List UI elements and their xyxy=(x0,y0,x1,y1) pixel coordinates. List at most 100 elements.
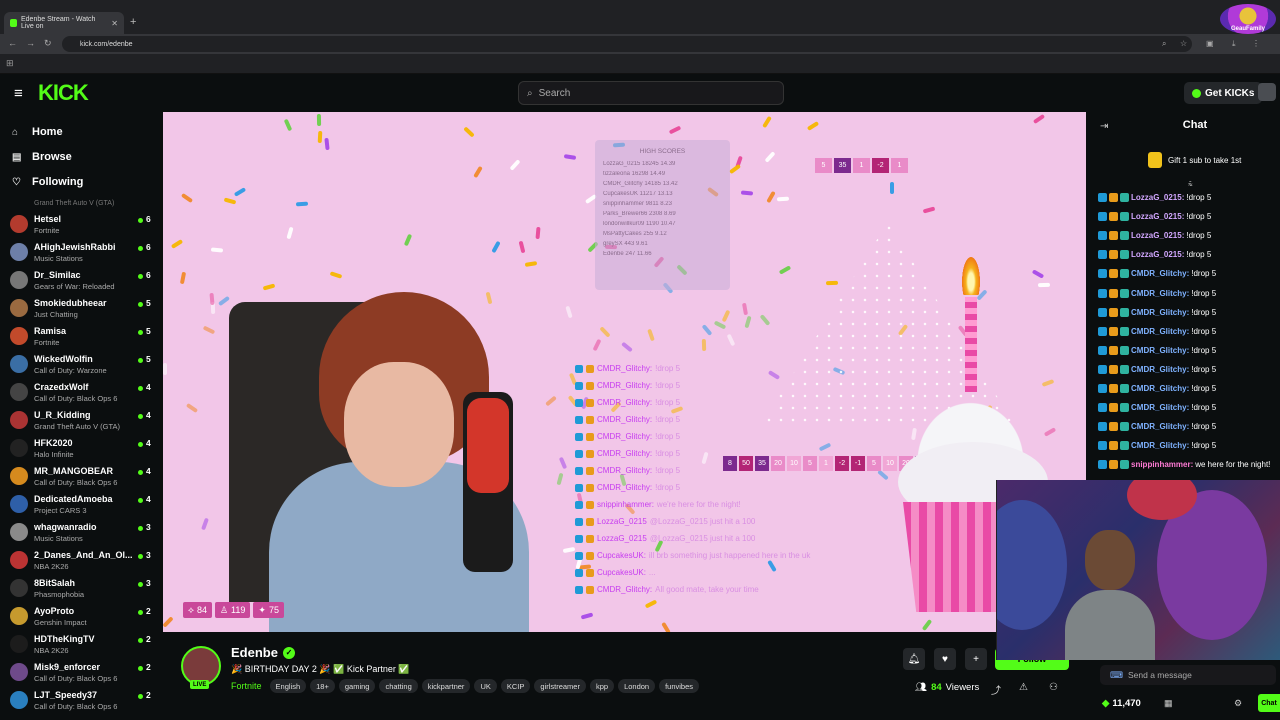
chat-username[interactable]: CMDR_Glitchy: xyxy=(1131,441,1189,450)
sidebar-channel-item[interactable]: AHighJewishRabbi Music Stations 6 xyxy=(10,240,155,266)
stream-tag[interactable]: 18+ xyxy=(310,679,335,693)
stream-tag[interactable]: gaming xyxy=(338,679,376,693)
stream-tag[interactable]: funvibes xyxy=(659,679,700,693)
confetti-piece xyxy=(283,118,293,131)
reload-icon[interactable]: ↻ xyxy=(44,38,52,49)
close-tab-icon[interactable]: ✕ xyxy=(111,19,118,28)
bookmark-star-icon[interactable]: ☆ xyxy=(1180,39,1187,48)
chat-username[interactable]: CMDR_Glitchy: xyxy=(1131,327,1189,336)
stream-tag[interactable]: UK xyxy=(474,679,497,693)
sidebar-channel-item[interactable]: HDTheKingTV NBA 2K26 2 xyxy=(10,632,155,658)
sidebar-channel-item[interactable]: AyoProto Genshin Impact 2 xyxy=(10,604,155,630)
sidebar-channel-item[interactable]: Dr_Similac Gears of War: Reloaded 6 xyxy=(10,268,155,294)
stream-tag[interactable]: kickpartner xyxy=(421,679,471,693)
settings-gear-icon[interactable]: ⚙ xyxy=(1234,698,1242,709)
stream-tag[interactable]: girlstreamer xyxy=(534,679,586,693)
chat-username[interactable]: CMDR_Glitchy: xyxy=(1131,384,1189,393)
sidebar-channel-item[interactable]: MR_MANGOBEAR Call of Duty: Black Ops 6 4 xyxy=(10,464,155,490)
overlay-chat-message: !drop 5 xyxy=(655,398,681,407)
stream-tag[interactable]: KCIP xyxy=(500,679,531,693)
download-icon[interactable]: ⤓ xyxy=(1232,39,1236,49)
sidebar-item-browse[interactable]: ▤ Browse xyxy=(12,151,72,163)
favorite-button[interactable]: ♥ xyxy=(934,648,956,670)
emote-icon[interactable]: ⌨ xyxy=(1110,670,1123,681)
chat-username[interactable]: LozzaG_0215: xyxy=(1131,193,1184,202)
badge-icon xyxy=(575,585,583,594)
candle-flame xyxy=(962,257,980,295)
profile-avatar[interactable]: GeauFamily xyxy=(1220,4,1276,34)
extensions-icon[interactable]: ▣ xyxy=(1206,39,1214,48)
get-kicks-button[interactable]: Get KICKs xyxy=(1184,82,1263,104)
chat-send-button[interactable]: Chat xyxy=(1258,694,1280,712)
viewer-count: 2 xyxy=(146,662,151,672)
tab-title: Edenbe Stream - Watch Live on xyxy=(20,16,96,30)
stream-tag[interactable]: English xyxy=(269,679,307,693)
sidebar-channel-item[interactable]: Ramisa Fortnite 5 xyxy=(10,324,155,350)
report-icon[interactable]: ⚠ xyxy=(1019,682,1028,693)
video-player[interactable]: HIGH SCORES LozzaG_0215 18245 14.39 tizza… xyxy=(163,112,1086,632)
url-input[interactable]: kick.com/edenbe xyxy=(62,36,1192,52)
user-avatar[interactable] xyxy=(1258,83,1276,101)
sidebar-item-label: Following xyxy=(32,176,84,188)
chat-text: !drop 5 xyxy=(1186,212,1212,222)
game-link[interactable]: Fortnite xyxy=(231,681,262,691)
sidebar-channel-item[interactable]: Hetsel Fortnite 6 xyxy=(10,212,155,238)
chat-message-input[interactable]: ⌨ Send a message xyxy=(1100,665,1276,685)
sidebar: ⌂ Home ▤ Browse ♡ Following Grand Theft … xyxy=(0,112,162,720)
zoom-icon[interactable]: ⌕ xyxy=(1162,39,1166,49)
notification-bell-button[interactable]: 🔔︎ xyxy=(903,648,925,670)
chat-username[interactable]: CMDR_Glitchy: xyxy=(1131,308,1189,317)
chat-username[interactable]: CMDR_Glitchy: xyxy=(1131,346,1189,355)
turtle-art xyxy=(997,500,1067,630)
chat-username[interactable]: CMDR_Glitchy: xyxy=(1131,422,1189,431)
chat-username[interactable]: snippinhammer: xyxy=(1131,460,1193,469)
sidebar-channel-item[interactable]: Smokiedubheear Just Chatting 5 xyxy=(10,296,155,322)
kick-logo[interactable]: KICK xyxy=(38,80,89,106)
pin-icon[interactable]: ⩯ xyxy=(1188,180,1193,190)
new-tab-button[interactable]: + xyxy=(130,16,136,28)
chat-username[interactable]: CMDR_Glitchy: xyxy=(1131,403,1189,412)
browser-tab[interactable]: Edenbe Stream - Watch Live on ✕ xyxy=(4,12,124,34)
stream-tag[interactable]: kpp xyxy=(589,679,615,693)
sidebar-channel-item[interactable]: 2_Danes_And_An_Ol... NBA 2K26 3 xyxy=(10,548,155,574)
sidebar-channel-item[interactable]: DedicatedAmoeba Project CARS 3 4 xyxy=(10,492,155,518)
badge-icon xyxy=(575,568,583,577)
chat-username[interactable]: LozzaG_0215: xyxy=(1131,231,1184,240)
chat-username[interactable]: CMDR_Glitchy: xyxy=(1131,289,1189,298)
channel-avatar xyxy=(10,635,28,653)
badge-icon xyxy=(575,449,583,458)
search-input[interactable]: ⌕ Search xyxy=(518,81,784,105)
kicks-balance[interactable]: ◆ 11,470 xyxy=(1102,698,1141,709)
sidebar-channel-item[interactable]: CrazedxWolf Call of Duty: Black Ops 6 4 xyxy=(10,380,155,406)
chat-username[interactable]: CMDR_Glitchy: xyxy=(1131,269,1189,278)
chat-username[interactable]: LozzaG_0215: xyxy=(1131,250,1184,259)
share-icon[interactable]: ⤴ xyxy=(991,682,1001,697)
high-score-row: CupcakesUK 11217 13.13 xyxy=(603,191,673,197)
channel-name[interactable]: Edenbe xyxy=(231,645,278,660)
sidebar-item-following[interactable]: ♡ Following xyxy=(12,176,83,188)
chat-username[interactable]: LozzaG_0215: xyxy=(1131,212,1184,221)
channel-name: HFK2020 xyxy=(34,438,73,448)
sidebar-channel-item[interactable]: HFK2020 Halo Infinite 4 xyxy=(10,436,155,462)
sidebar-channel-item[interactable]: U_R_Kidding Grand Theft Auto V (GTA) 4 xyxy=(10,408,155,434)
stream-tag[interactable]: chatting xyxy=(379,679,418,693)
menu-icon[interactable]: ⋮ xyxy=(1252,39,1260,48)
sidebar-channel-item[interactable]: WickedWolfin Call of Duty: Warzone 5 xyxy=(10,352,155,378)
sidebar-channel-item[interactable]: whagwanradio Music Stations 3 xyxy=(10,520,155,546)
confetti-piece xyxy=(701,339,707,352)
back-icon[interactable]: ← xyxy=(8,38,17,48)
store-icon[interactable]: ▦ xyxy=(1164,698,1173,709)
gift-sub-banner[interactable]: Gift 1 sub to take 1st xyxy=(1148,152,1241,168)
stream-tag[interactable]: London xyxy=(618,679,656,693)
chat-username[interactable]: CMDR_Glitchy: xyxy=(1131,365,1189,374)
sidebar-item-home[interactable]: ⌂ Home xyxy=(12,126,63,138)
sidebar-channel-item[interactable]: LJT_Speedy37 Call of Duty: Black Ops 6 2 xyxy=(10,688,155,714)
gift-button[interactable]: + xyxy=(965,648,987,670)
confetti-piece xyxy=(876,469,889,481)
sidebar-channel-item[interactable]: Misk9_enforcer Call of Duty: Black Ops 6 2 xyxy=(10,660,155,686)
apps-grid-icon[interactable]: ⊞ xyxy=(6,58,14,69)
clip-icon[interactable]: ⚇ xyxy=(1049,682,1058,693)
hamburger-menu-icon[interactable]: ≡ xyxy=(14,85,23,102)
sidebar-channel-item[interactable]: 8BitSalah Phasmophobia 3 xyxy=(10,576,155,602)
forward-icon[interactable]: → xyxy=(26,38,35,48)
